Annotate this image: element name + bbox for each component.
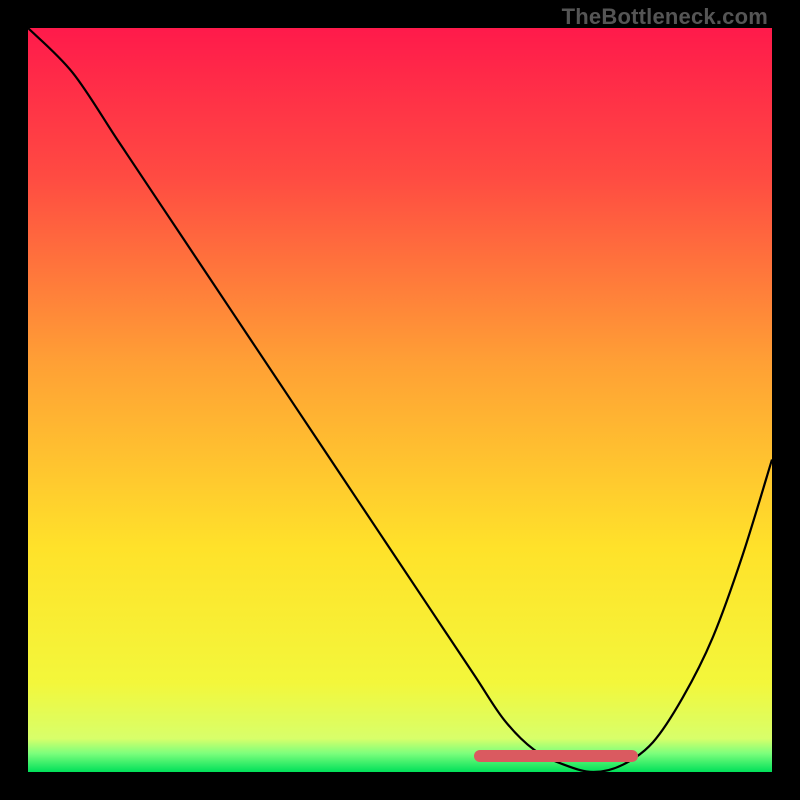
chart-container: TheBottleneck.com	[0, 0, 800, 800]
curve-svg	[28, 28, 772, 772]
watermark-text: TheBottleneck.com	[562, 4, 768, 30]
bottleneck-curve	[28, 28, 772, 772]
plot-area	[28, 28, 772, 772]
trough-marker	[474, 750, 638, 762]
